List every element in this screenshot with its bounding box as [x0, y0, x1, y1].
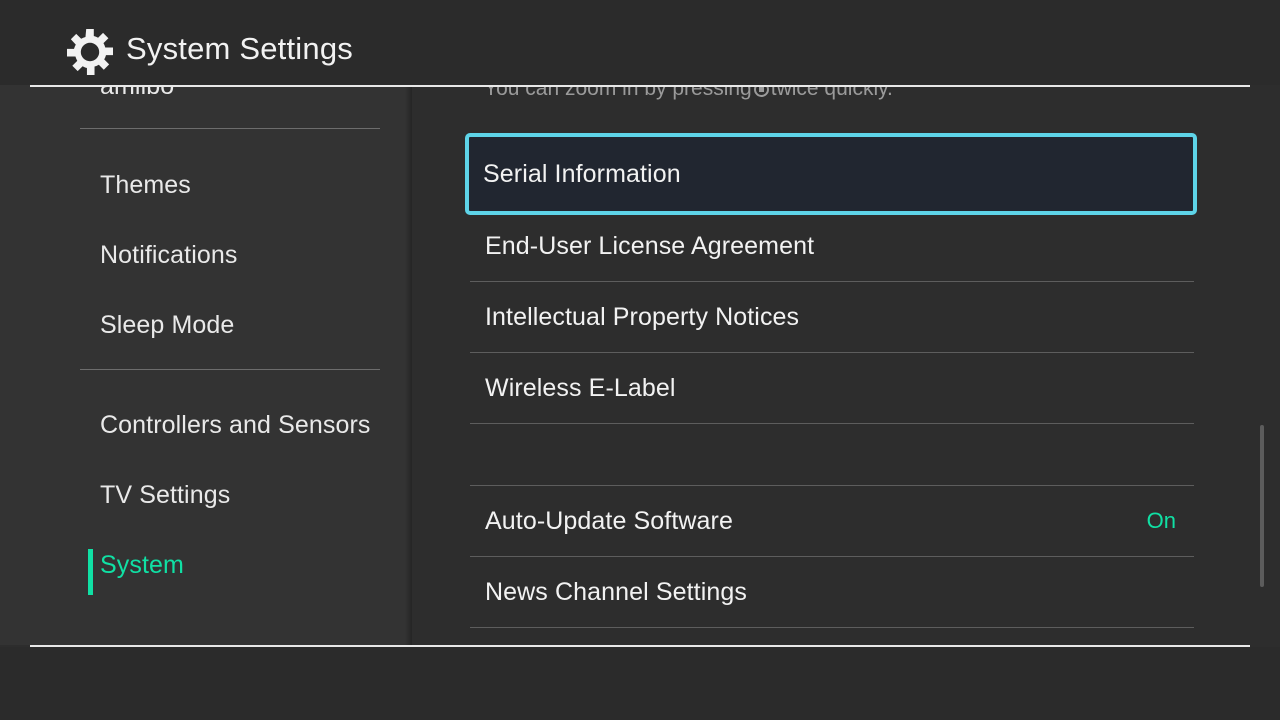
sidebar-item-label: Notifications [100, 240, 238, 269]
sidebar-divider [80, 369, 380, 370]
sidebar-item-label: Controllers and Sensors [100, 410, 371, 439]
list-item-label: News Channel Settings [485, 577, 747, 606]
sidebar-item-label: System [100, 550, 184, 579]
scrollbar-thumb[interactable] [1260, 425, 1264, 587]
sidebar: amiibo Themes Notifications Sleep Mode C… [0, 0, 412, 645]
sidebar-item-label: Sleep Mode [100, 310, 235, 339]
sidebar-item-sleep-mode[interactable]: Sleep Mode [80, 297, 380, 353]
list-item-value: On [1146, 508, 1176, 533]
sidebar-item-label: TV Settings [100, 480, 231, 509]
sidebar-item-system[interactable]: System [80, 537, 380, 595]
header-bar: System Settings [0, 0, 1280, 85]
footer-bar: B Back A OK [0, 647, 1280, 720]
list-item-label: Auto-Update Software [485, 506, 733, 535]
system-settings-screen: amiibo Themes Notifications Sleep Mode C… [0, 0, 1280, 720]
sidebar-item-label: Themes [100, 170, 191, 199]
sidebar-item-controllers-and-sensors[interactable]: Controllers and Sensors [80, 397, 380, 453]
sidebar-item-notifications[interactable]: Notifications [80, 227, 380, 283]
sidebar-item-themes[interactable]: Themes [80, 157, 380, 213]
list-group-gap [470, 424, 1194, 494]
list-item-wireless-e-label[interactable]: Wireless E-Label [470, 353, 1194, 423]
list-item-serial-information[interactable]: Serial Information [465, 133, 1197, 215]
list-item-label: Wireless E-Label [485, 373, 676, 402]
list-item-end-user-license-agreement[interactable]: End-User License Agreement [470, 211, 1194, 281]
page-title: System Settings [126, 31, 353, 66]
list-item-label: End-User License Agreement [485, 231, 815, 260]
list-item-label: Intellectual Property Notices [485, 302, 800, 331]
sidebar-item-tv-settings[interactable]: TV Settings [80, 467, 380, 523]
header-divider [30, 85, 1250, 87]
list-item-news-channel-settings[interactable]: News Channel Settings [470, 557, 1194, 627]
gear-icon [67, 29, 113, 75]
main-content: You can zoom in by pressing twice quickly… [412, 0, 1280, 645]
sidebar-edge-shadow [405, 0, 412, 645]
sidebar-divider [80, 128, 380, 129]
list-item-label: Serial Information [483, 159, 681, 188]
list-item-auto-update-software[interactable]: Auto-Update Software On [470, 486, 1194, 556]
list-item-intellectual-property-notices[interactable]: Intellectual Property Notices [470, 282, 1194, 352]
active-item-indicator [88, 549, 93, 595]
list-divider [470, 627, 1194, 628]
